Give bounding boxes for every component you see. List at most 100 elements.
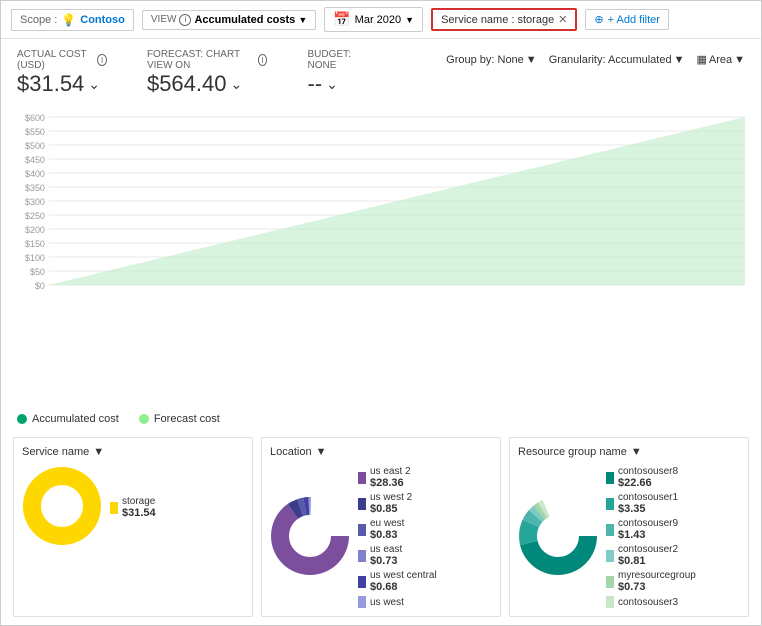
resource-panel-title: Resource group name	[518, 446, 627, 458]
loc-color-1	[358, 472, 366, 484]
group-by-button[interactable]: Group by: None ▼	[446, 54, 537, 66]
view-button[interactable]: VIEW i Accumulated costs ▼	[142, 10, 316, 30]
svg-text:Mar 19: Mar 19	[424, 291, 452, 292]
svg-text:Mar 1: Mar 1	[37, 291, 60, 292]
chevron-down-icon-gran: ▼	[674, 54, 685, 66]
resource-donut	[518, 496, 598, 579]
svg-text:Mar 10: Mar 10	[229, 291, 257, 292]
chevron-down-icon-view: ▼	[734, 54, 745, 66]
service-legend-row: storage $31.54	[110, 496, 244, 519]
view-value: Accumulated costs	[194, 14, 295, 26]
area-chart-icon: ▦	[696, 53, 706, 66]
active-filter[interactable]: Service name : storage ✕	[431, 8, 577, 31]
loc-color-2	[358, 498, 366, 510]
arrow-down-icon-forecast: ⌄	[230, 76, 242, 93]
legend-dot-accumulated	[17, 414, 27, 424]
legend-forecast: Forecast cost	[139, 413, 220, 425]
svg-text:$500: $500	[25, 141, 45, 151]
info-icon-view: i	[179, 14, 191, 26]
info-icon-actual[interactable]: i	[97, 54, 107, 66]
chart-controls: Group by: None ▼ Granularity: Accumulate…	[446, 53, 745, 66]
loc-color-3	[358, 524, 366, 536]
svg-text:$100: $100	[25, 253, 45, 263]
location-row-3: eu west $0.83	[358, 518, 492, 541]
svg-text:$0: $0	[35, 281, 45, 291]
location-legend: us east 2 $28.36 us west 2 $0.85	[358, 466, 492, 608]
service-label-storage: storage	[122, 496, 156, 507]
resource-panel: Resource group name ▼	[509, 437, 749, 617]
svg-text:Mar 28: Mar 28	[618, 291, 646, 292]
actual-cost-label: ACTUAL COST (USD) i	[17, 49, 107, 71]
location-panel-header[interactable]: Location ▼	[270, 446, 492, 458]
forecast-metric: FORECAST: CHART VIEW ON i $564.40 ⌄	[147, 49, 268, 97]
location-row-1: us east 2 $28.36	[358, 466, 492, 489]
legend-forecast-label: Forecast cost	[154, 413, 220, 425]
resource-row-3: contosouser9 $1.43	[606, 518, 740, 541]
resource-legend: contosouser8 $22.66 contosouser1 $3.35	[606, 466, 740, 608]
scope-button[interactable]: Scope : 💡 Contoso	[11, 9, 134, 31]
resource-row-1: contosouser8 $22.66	[606, 466, 740, 489]
scope-label: Scope :	[20, 14, 57, 26]
chart-legend: Accumulated cost Forecast cost	[1, 409, 761, 429]
resource-row-2: contosouser1 $3.35	[606, 492, 740, 515]
svg-text:$600: $600	[25, 113, 45, 123]
date-button[interactable]: 📅 Mar 2020 ▼	[324, 7, 423, 32]
resource-panel-header[interactable]: Resource group name ▼	[518, 446, 740, 458]
location-panel: Location ▼	[261, 437, 501, 617]
calendar-icon: 📅	[333, 11, 350, 28]
legend-accumulated: Accumulated cost	[17, 413, 119, 425]
budget-value: -- ⌄	[307, 71, 366, 97]
res-color-1	[606, 472, 614, 484]
loc-color-5	[358, 576, 366, 588]
svg-text:$50: $50	[30, 267, 45, 277]
svg-text:Mar 7: Mar 7	[167, 291, 190, 292]
chevron-down-icon-date: ▼	[405, 15, 414, 25]
svg-text:$450: $450	[25, 155, 45, 165]
chevron-down-icon-location: ▼	[316, 446, 327, 458]
svg-text:$400: $400	[25, 169, 45, 179]
toolbar: Scope : 💡 Contoso VIEW i Accumulated cos…	[1, 1, 761, 39]
svg-text:$200: $200	[25, 225, 45, 235]
info-icon-forecast[interactable]: i	[258, 54, 268, 66]
chevron-down-icon-service: ▼	[93, 446, 104, 458]
budget-metric: BUDGET: NONE -- ⌄	[307, 49, 366, 97]
svg-text:Mar 13: Mar 13	[294, 291, 322, 292]
location-row-2: us west 2 $0.85	[358, 492, 492, 515]
add-filter-button[interactable]: ⊕ + Add filter	[585, 9, 669, 30]
chart-type-button[interactable]: ▦ Area ▼	[696, 53, 745, 66]
arrow-down-icon-budget: ⌄	[326, 76, 338, 93]
res-color-3	[606, 524, 614, 536]
service-color-storage	[110, 502, 118, 514]
forecast-label: FORECAST: CHART VIEW ON i	[147, 49, 268, 71]
resource-row-4: contosouser2 $0.81	[606, 544, 740, 567]
granularity-button[interactable]: Granularity: Accumulated ▼	[549, 54, 685, 66]
svg-text:$150: $150	[25, 239, 45, 249]
res-color-6	[606, 596, 614, 608]
legend-accumulated-label: Accumulated cost	[32, 413, 119, 425]
metrics-row: ACTUAL COST (USD) i $31.54 ⌄ FORECAST: C…	[1, 39, 761, 103]
loc-color-4	[358, 550, 366, 562]
filter-close-icon[interactable]: ✕	[558, 13, 567, 26]
chevron-down-icon-resource: ▼	[631, 446, 642, 458]
resource-row-6: contosouser3	[606, 596, 740, 608]
x-axis: Mar 1 Mar 4 Mar 7 Mar 10 Mar 13 Mar 16 M…	[37, 291, 745, 292]
scope-value: Contoso	[80, 14, 125, 26]
view-label: VIEW	[151, 14, 177, 25]
location-row-4: us east $0.73	[358, 544, 492, 567]
actual-cost-metric: ACTUAL COST (USD) i $31.54 ⌄	[17, 49, 107, 97]
svg-text:Mar 4: Mar 4	[102, 291, 125, 292]
add-filter-label: + Add filter	[608, 14, 660, 26]
svg-text:Mar 31: Mar 31	[731, 291, 745, 292]
filter-label: Service name : storage	[441, 14, 554, 26]
chevron-down-icon: ▼	[298, 15, 307, 25]
service-legend: storage $31.54	[110, 496, 244, 519]
res-color-2	[606, 498, 614, 510]
svg-text:$550: $550	[25, 127, 45, 137]
service-panel-header[interactable]: Service name ▼	[22, 446, 244, 458]
date-value: Mar 2020	[355, 14, 401, 26]
add-filter-icon: ⊕	[594, 13, 603, 26]
service-panel-content: storage $31.54	[22, 466, 244, 549]
svg-text:Mar 25: Mar 25	[554, 291, 582, 292]
arrow-down-icon: ⌄	[88, 76, 100, 93]
location-panel-content: us east 2 $28.36 us west 2 $0.85	[270, 466, 492, 608]
